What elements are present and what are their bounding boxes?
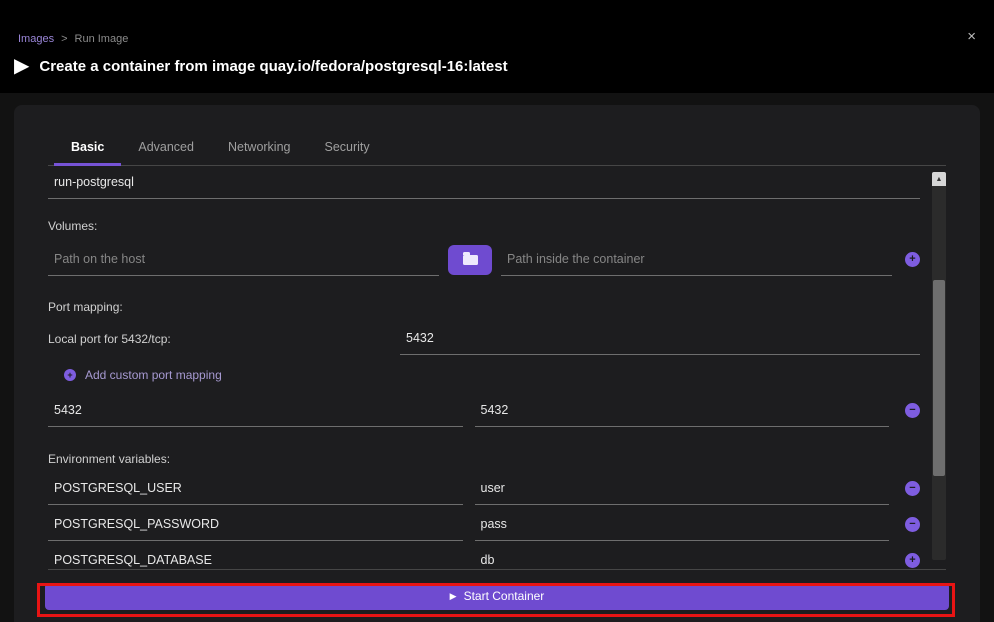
plus-icon: + (67, 371, 72, 380)
breadcrumb-current: Run Image (75, 33, 129, 45)
environment-variables-label: Environment variables: (48, 452, 920, 466)
scrollbar-thumb[interactable] (933, 280, 945, 476)
tab-networking[interactable]: Networking (211, 130, 308, 166)
add-custom-port-mapping-link[interactable]: + Add custom port mapping (64, 368, 920, 382)
folder-browse-button[interactable] (448, 245, 492, 275)
breadcrumb: Images > Run Image (18, 33, 128, 45)
card-footer: ▶ Start Container (14, 570, 980, 622)
env-name-input[interactable] (48, 544, 463, 571)
remove-env-variable-button[interactable]: − (905, 481, 920, 496)
plus-circle-icon: + (64, 369, 76, 381)
env-name-input[interactable] (48, 508, 463, 541)
port-mapping-label: Port mapping: (48, 300, 920, 314)
play-icon: ▶ (14, 56, 29, 76)
env-value-input[interactable] (475, 508, 890, 541)
env-row: − (48, 470, 920, 506)
volumes-label: Volumes: (48, 219, 920, 233)
custom-port-row: − (48, 392, 920, 428)
env-row: + (48, 542, 920, 570)
start-container-label: Start Container (464, 589, 545, 603)
title-row: ▶ Create a container from image quay.io/… (14, 56, 508, 76)
minus-icon: − (909, 519, 915, 530)
custom-port-host-input[interactable] (48, 394, 463, 427)
remove-port-mapping-button[interactable]: − (905, 403, 920, 418)
play-icon: ▶ (450, 592, 457, 601)
custom-port-container-input[interactable] (475, 394, 890, 427)
plus-icon: + (909, 254, 915, 265)
form-scroll-area: Volumes: + Port mapping: Local port for … (48, 166, 946, 570)
close-icon[interactable]: × (967, 29, 976, 44)
page-header: Images > Run Image × ▶ Create a containe… (0, 0, 994, 93)
environment-rows: − − + (48, 470, 920, 570)
add-env-variable-button[interactable]: + (905, 553, 920, 568)
run-image-card: Basic Advanced Networking Security Volum… (14, 105, 980, 622)
container-name-input[interactable] (48, 166, 920, 199)
minus-icon: − (909, 483, 915, 494)
env-name-input[interactable] (48, 472, 463, 505)
tab-bar: Basic Advanced Networking Security (48, 105, 946, 166)
start-container-button[interactable]: ▶ Start Container (45, 583, 949, 610)
minus-icon: − (909, 405, 915, 416)
scroll-up-arrow-icon[interactable]: ▲ (932, 172, 946, 186)
add-custom-port-mapping-label: Add custom port mapping (85, 368, 222, 382)
local-port-row: Local port for 5432/tcp: (48, 322, 920, 355)
local-port-label: Local port for 5432/tcp: (48, 332, 400, 346)
tab-advanced[interactable]: Advanced (121, 130, 211, 166)
tab-basic[interactable]: Basic (54, 130, 121, 166)
add-volume-button[interactable]: + (905, 252, 920, 267)
breadcrumb-separator: > (61, 33, 67, 45)
page-title: Create a container from image quay.io/fe… (39, 58, 507, 75)
breadcrumb-images-link[interactable]: Images (18, 33, 54, 45)
remove-env-variable-button[interactable]: − (905, 517, 920, 532)
local-port-input[interactable] (400, 322, 920, 355)
env-row: − (48, 506, 920, 542)
env-value-input[interactable] (475, 544, 890, 571)
volume-host-path-input[interactable] (48, 243, 439, 276)
plus-icon: + (909, 555, 915, 566)
env-value-input[interactable] (475, 472, 890, 505)
folder-icon (463, 255, 478, 265)
scrollbar[interactable]: ▲ (932, 172, 946, 560)
volume-row: + (48, 243, 920, 276)
volume-container-path-input[interactable] (501, 243, 892, 276)
tab-security[interactable]: Security (308, 130, 387, 166)
